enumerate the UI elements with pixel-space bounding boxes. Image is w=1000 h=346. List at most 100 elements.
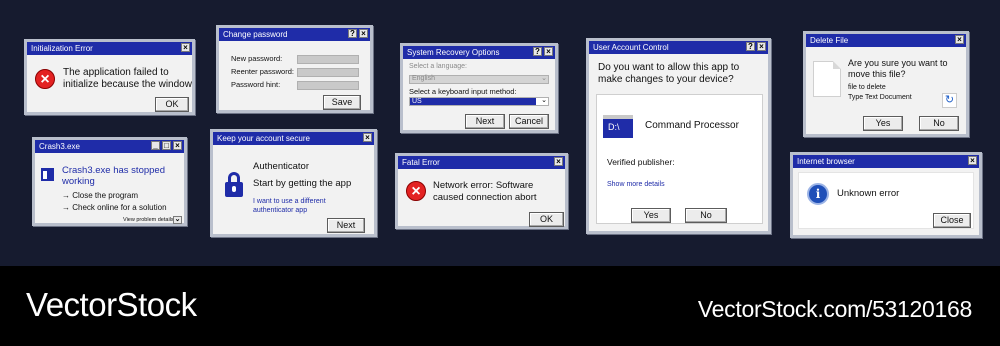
crash-titlebar: Crash3.exe _ □ × xyxy=(35,140,184,153)
vectorstock-logo: VectorStock xyxy=(26,286,197,323)
language-select[interactable]: English ⌄ xyxy=(409,75,549,84)
close-icon[interactable]: × xyxy=(968,156,977,165)
fatal-message-1: Network error: Software xyxy=(433,180,534,191)
yes-button[interactable]: Yes xyxy=(863,116,903,131)
secure-heading: Start by getting the app xyxy=(253,178,352,189)
error-icon: × xyxy=(35,69,55,89)
maximize-icon[interactable]: □ xyxy=(162,141,171,150)
uac-publisher: Verified publisher: xyxy=(607,157,675,167)
file-type-label: Type Text Document xyxy=(848,94,912,101)
internet-browser-title: Internet browser xyxy=(797,157,855,166)
delete-file-titlebar: Delete File × xyxy=(806,34,966,47)
init-error-titlebar: Initialization Error × xyxy=(27,42,192,55)
file-to-delete-label: file to delete xyxy=(848,84,886,91)
delete-file-title: Delete File xyxy=(810,36,849,45)
recycle-icon: ↻ xyxy=(942,93,957,108)
change-password-title: Change password xyxy=(223,30,288,39)
close-icon[interactable]: × xyxy=(955,35,964,44)
different-app-link-1[interactable]: I want to use a different xyxy=(253,198,326,205)
help-icon[interactable]: ? xyxy=(533,47,542,56)
vectorstock-url: VectorStock.com/53120168 xyxy=(697,296,972,322)
init-error-message-2: initialize because the window xyxy=(63,79,192,90)
fatal-message-2: caused connection abort xyxy=(433,192,537,203)
internet-browser-dialog: Internet browser × i Unknown error Close xyxy=(790,152,982,238)
uac-title: User Account Control xyxy=(593,43,669,52)
yes-button[interactable]: Yes xyxy=(631,208,671,223)
internet-browser-titlebar: Internet browser × xyxy=(793,155,979,168)
uac-question-2: make changes to your device? xyxy=(598,74,734,85)
ok-button[interactable]: OK xyxy=(529,212,564,227)
arrow-right-icon: → xyxy=(62,203,73,212)
crash-dialog: Crash3.exe _ □ × Crash3.exe has stopped … xyxy=(32,137,187,226)
language-value: English xyxy=(412,75,435,82)
check-online-option[interactable]: → Check online for a solution xyxy=(62,203,167,212)
recovery-titlebar: System Recovery Options ? × xyxy=(403,46,555,59)
uac-question-1: Do you want to allow this app to xyxy=(598,62,740,73)
change-password-dialog: Change password ? × New password: Reenter… xyxy=(216,25,373,113)
close-icon[interactable]: × xyxy=(544,47,553,56)
close-button[interactable]: Close xyxy=(933,213,971,228)
new-password-input[interactable] xyxy=(297,55,359,64)
close-icon[interactable]: × xyxy=(359,29,368,38)
cancel-button[interactable]: Cancel xyxy=(509,114,549,129)
uac-titlebar: User Account Control ? × xyxy=(589,41,768,54)
app-window-icon xyxy=(41,168,54,181)
fatal-error-dialog: Fatal Error × × Network error: Software … xyxy=(395,153,568,229)
close-icon[interactable]: × xyxy=(173,141,182,150)
uac-app-panel: D:\ Command Processor Verified publisher… xyxy=(596,94,763,224)
close-icon[interactable]: × xyxy=(363,133,372,142)
password-hint-label: Password hint: xyxy=(231,80,281,89)
close-icon[interactable]: × xyxy=(181,43,190,52)
fatal-error-title: Fatal Error xyxy=(402,158,440,167)
no-button[interactable]: No xyxy=(685,208,727,223)
change-password-titlebar: Change password ? × xyxy=(219,28,370,41)
browser-message-panel: i Unknown error Close xyxy=(798,172,974,229)
minimize-icon[interactable]: _ xyxy=(151,141,160,150)
reenter-password-label: Reenter password: xyxy=(231,67,294,76)
close-icon[interactable]: × xyxy=(757,42,766,51)
close-program-option[interactable]: → Close the program xyxy=(62,191,138,200)
recovery-title: System Recovery Options xyxy=(407,48,500,57)
keyboard-select[interactable]: US ⌄ xyxy=(409,97,549,106)
help-icon[interactable]: ? xyxy=(746,42,755,51)
recovery-dialog: System Recovery Options ? × Select a lang… xyxy=(400,43,558,133)
init-error-title: Initialization Error xyxy=(31,44,93,53)
save-button[interactable]: Save xyxy=(323,95,361,110)
crash-title: Crash3.exe xyxy=(39,142,80,151)
uac-dialog: User Account Control ? × Do you want to a… xyxy=(586,38,771,234)
ok-button[interactable]: OK xyxy=(155,97,189,112)
init-error-dialog: Initialization Error × × The application… xyxy=(24,39,195,115)
view-problem-details-link[interactable]: View problem details xyxy=(123,217,174,223)
crash-message-1: Crash3.exe has stopped xyxy=(62,165,165,176)
chevron-down-icon[interactable]: ⌄ xyxy=(173,216,182,224)
show-more-details-link[interactable]: Show more details xyxy=(607,181,665,188)
command-prompt-icon: D:\ xyxy=(603,115,633,138)
reenter-password-input[interactable] xyxy=(297,68,359,77)
help-icon[interactable]: ? xyxy=(348,29,357,38)
next-button[interactable]: Next xyxy=(327,218,365,233)
uac-app-name: Command Processor xyxy=(645,120,739,131)
error-icon: × xyxy=(406,181,426,201)
chevron-down-icon: ⌄ xyxy=(541,75,547,82)
account-secure-dialog: Keep your account secure × Authenticator… xyxy=(210,129,377,237)
drive-label: D:\ xyxy=(608,122,620,132)
document-icon xyxy=(813,61,841,97)
language-label: Select a language: xyxy=(409,63,467,70)
new-password-label: New password: xyxy=(231,54,283,63)
next-button[interactable]: Next xyxy=(465,114,505,129)
fatal-error-titlebar: Fatal Error × xyxy=(398,156,565,169)
lock-icon xyxy=(224,172,244,198)
close-icon[interactable]: × xyxy=(554,157,563,166)
keyboard-label: Select a keyboard input method: xyxy=(409,87,517,96)
keyboard-value: US xyxy=(410,98,536,105)
crash-message-2: working xyxy=(62,176,95,187)
delete-question-1: Are you sure you want to xyxy=(848,58,948,68)
password-hint-input[interactable] xyxy=(297,81,359,90)
chevron-down-icon: ⌄ xyxy=(541,97,547,104)
account-secure-titlebar: Keep your account secure × xyxy=(213,132,374,145)
init-error-message-1: The application failed to xyxy=(63,67,169,78)
different-app-link-2[interactable]: authenticator app xyxy=(253,207,307,214)
arrow-right-icon: → xyxy=(62,191,73,200)
no-button[interactable]: No xyxy=(919,116,959,131)
info-icon: i xyxy=(807,183,829,205)
